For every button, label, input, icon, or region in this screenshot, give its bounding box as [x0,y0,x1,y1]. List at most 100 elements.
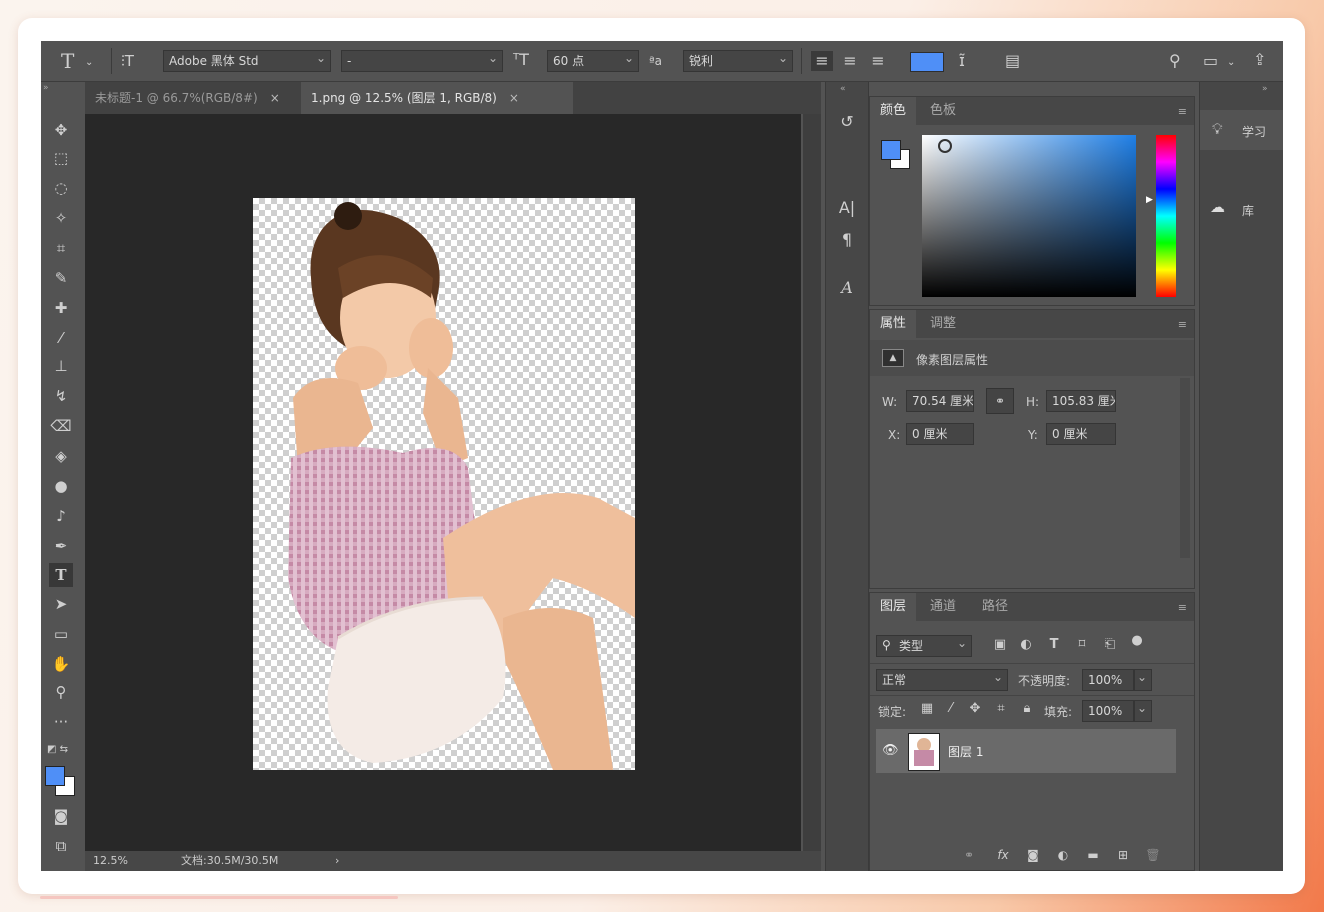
filter-shape-icon[interactable]: ⌑ [1072,635,1092,655]
filter-smart-object-icon[interactable]: ⎗ [1100,635,1120,655]
paint-bucket-tool-icon[interactable]: ◈ [49,444,73,468]
marquee-tool-icon[interactable]: ⬚ [49,146,73,170]
close-icon[interactable]: × [270,91,280,105]
collapse-icon[interactable]: « [840,84,846,94]
text-color-swatch[interactable] [910,52,944,72]
link-layers-icon[interactable]: ⚭ [960,845,978,865]
workspace-icon[interactable]: ▭ [1203,51,1218,71]
toolbar-collapse-icon[interactable]: » [43,83,49,93]
antialias-select[interactable]: 锐利 [683,50,793,72]
new-group-icon[interactable]: ▬ [1084,845,1102,865]
lock-transparent-icon[interactable]: ▦ [918,699,936,719]
status-menu-arrow-icon[interactable]: › [335,851,339,871]
document-image[interactable] [253,198,635,770]
history-panel-icon[interactable]: ↺ [836,112,858,132]
history-brush-tool-icon[interactable]: ↯ [49,384,73,408]
more-tools-icon[interactable]: ··· [49,710,73,734]
x-input[interactable]: 0 厘米 [906,423,974,445]
brush-tool-icon[interactable]: ⁄ [49,326,73,350]
healing-brush-tool-icon[interactable]: ✚ [49,296,73,320]
glyphs-panel-icon[interactable]: A [836,278,858,298]
height-input[interactable]: 105.83 厘米 [1046,390,1116,412]
hue-slider[interactable] [1156,135,1176,297]
tab-color[interactable]: 颜色 [870,97,917,125]
color-field[interactable] [922,135,1136,297]
layer-row[interactable]: 👁︎ 图层 1 [876,729,1176,773]
magic-wand-tool-icon[interactable]: ✧ [49,206,73,230]
zoom-level[interactable]: 12.5% [93,851,128,871]
quick-mask-icon[interactable]: ◙ [49,804,73,828]
tab-untitled[interactable]: 未标题-1 @ 66.7%(RGB/8#) × [85,82,301,114]
font-family-select[interactable]: Adobe 黑体 Std [163,50,331,72]
eye-visibility-icon[interactable]: 👁︎ [882,743,899,758]
tool-preset-dropdown-icon[interactable]: ⌄ [85,53,93,73]
zoom-tool-icon[interactable]: ⚲ [49,680,73,704]
type-tool-icon[interactable]: T [61,51,74,71]
panel-menu-icon[interactable]: ≡ [1178,318,1187,331]
eyedropper-tool-icon[interactable]: ✎ [49,266,73,290]
adjustment-layer-icon[interactable]: ◐ [1054,845,1072,865]
library-panel-button[interactable]: ☁︎ 库 [1200,190,1283,230]
color-picker-handle[interactable] [938,139,952,153]
clone-stamp-tool-icon[interactable]: ⊥ [49,354,73,378]
foreground-color-swatch[interactable] [45,766,65,786]
opacity-input[interactable]: 100% [1082,669,1134,691]
pen-tool-icon[interactable]: ✒ [49,534,73,558]
blur-tool-icon[interactable]: ● [49,474,73,498]
tab-paths[interactable]: 路径 [972,593,1018,621]
filter-pixel-icon[interactable]: ▣ [990,635,1010,655]
hue-slider-handle[interactable]: ▶ [1146,195,1153,205]
y-input[interactable]: 0 厘米 [1046,423,1116,445]
lock-pixels-icon[interactable]: ⁄ [942,699,960,719]
lock-all-icon[interactable]: 🔒︎ [1018,699,1036,719]
search-icon[interactable]: ⚲ [1169,51,1181,71]
character-panel-icon[interactable]: ▤ [1005,51,1020,71]
panel-menu-icon[interactable]: ≡ [1178,601,1187,614]
character-panel-icon[interactable]: A| [836,198,858,218]
path-selection-tool-icon[interactable]: ➤ [49,592,73,616]
new-layer-icon[interactable]: ⊞ [1114,845,1132,865]
text-orientation-icon[interactable]: ⫶T [121,51,134,71]
filter-toggle-icon[interactable]: ● [1130,631,1144,651]
close-icon[interactable]: × [509,91,519,105]
tab-adjustments[interactable]: 调整 [920,310,966,338]
fg-color-swatch[interactable] [881,140,901,160]
width-input[interactable]: 70.54 厘米 [906,390,974,412]
dodge-tool-icon[interactable]: ♪ [49,504,73,528]
tab-1png[interactable]: 1.png @ 12.5% (图层 1, RGB/8) × [301,82,573,114]
lasso-tool-icon[interactable]: ◌ [49,176,73,200]
fx-icon[interactable]: fx [994,845,1012,865]
type-tool-icon[interactable]: T [49,563,73,587]
align-right-icon[interactable]: ≡ [867,51,889,71]
share-icon[interactable]: ⇪ [1253,50,1266,70]
panel-menu-icon[interactable]: ≡ [1178,105,1187,118]
lock-artboard-icon[interactable]: ⌗ [992,699,1010,719]
move-tool-icon[interactable]: ✥ [49,118,73,142]
workspace-dropdown-icon[interactable]: ⌄ [1227,53,1235,73]
align-left-icon[interactable]: ≡ [811,51,833,71]
rectangle-tool-icon[interactable]: ▭ [49,622,73,646]
fill-input[interactable]: 100% [1082,700,1134,722]
warp-text-icon[interactable]: ɪ̃ [959,51,965,71]
delete-layer-icon[interactable]: 🗑︎ [1144,845,1162,865]
crop-tool-icon[interactable]: ⌗ [49,236,73,260]
fill-dropdown[interactable] [1134,700,1152,722]
default-colors-icon[interactable]: ◩ ⇆ [47,744,68,755]
opacity-dropdown[interactable] [1134,669,1152,691]
vertical-scrollbar[interactable] [803,114,821,851]
link-icon[interactable]: ⚭ [986,388,1014,414]
align-center-icon[interactable]: ≡ [839,51,861,71]
add-mask-icon[interactable]: ◙ [1024,845,1042,865]
font-size-select[interactable]: 60 点 [547,50,639,72]
tab-swatches[interactable]: 色板 [920,97,966,125]
learn-panel-button[interactable]: 💡︎ 学习 [1200,110,1283,150]
screen-mode-icon[interactable]: ⧉ [49,834,73,858]
paragraph-panel-icon[interactable]: ¶ [836,230,858,250]
filter-type-icon[interactable]: T [1044,635,1064,655]
hand-tool-icon[interactable]: ✋ [49,652,73,676]
filter-adjustment-icon[interactable]: ◐ [1016,635,1036,655]
eraser-tool-icon[interactable]: ⌫ [49,414,73,438]
properties-scrollbar[interactable] [1180,378,1190,558]
layer-name[interactable]: 图层 1 [948,743,983,760]
lock-position-icon[interactable]: ✥ [966,699,984,719]
